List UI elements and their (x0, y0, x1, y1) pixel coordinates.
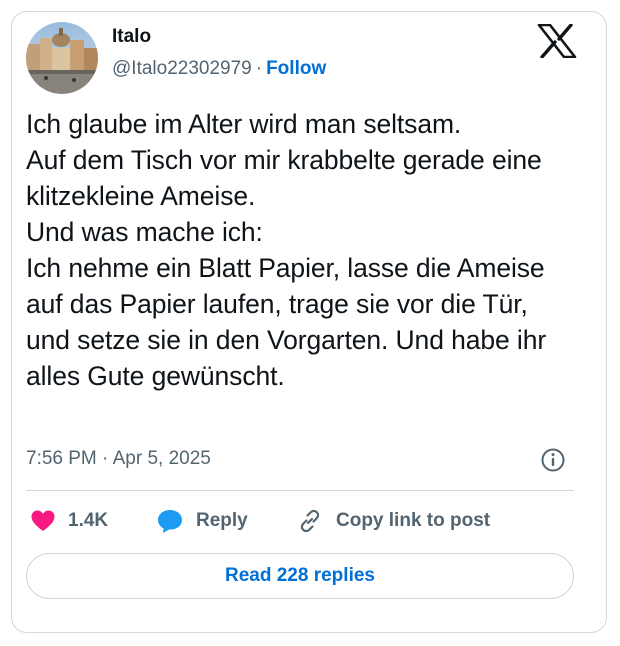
link-icon (300, 509, 320, 533)
heart-icon (31, 510, 55, 531)
copy-link-label: Copy link to post (336, 510, 491, 531)
divider (26, 490, 574, 491)
author-name[interactable]: Italo (112, 26, 151, 48)
avatar-photo (26, 22, 98, 94)
reply-label: Reply (196, 510, 248, 531)
info-icon[interactable] (540, 447, 566, 473)
read-replies-button[interactable]: Read 228 replies (26, 553, 574, 599)
like-button[interactable]: 1.4K (30, 505, 108, 537)
like-count: 1.4K (68, 510, 109, 531)
follow-button[interactable]: Follow (266, 58, 326, 79)
author-handle[interactable]: @Italo22302979 (112, 58, 252, 79)
reply-button[interactable]: Reply (156, 505, 248, 537)
avatar[interactable] (26, 22, 98, 94)
post-timestamp[interactable]: 7:56 PM · Apr 5, 2025 (26, 448, 211, 470)
post-text: Ich glaube im Alter wird man seltsam. Au… (26, 109, 547, 391)
handle-separator: · (255, 58, 263, 79)
x-logo-icon[interactable] (537, 23, 577, 59)
author-handle-row: @Italo22302979 · Follow (112, 58, 326, 80)
copy-link-button[interactable]: Copy link to post (296, 505, 490, 537)
action-bar: 1.4K Reply Copy link to post (26, 505, 574, 537)
reply-bubble-icon (158, 510, 182, 533)
